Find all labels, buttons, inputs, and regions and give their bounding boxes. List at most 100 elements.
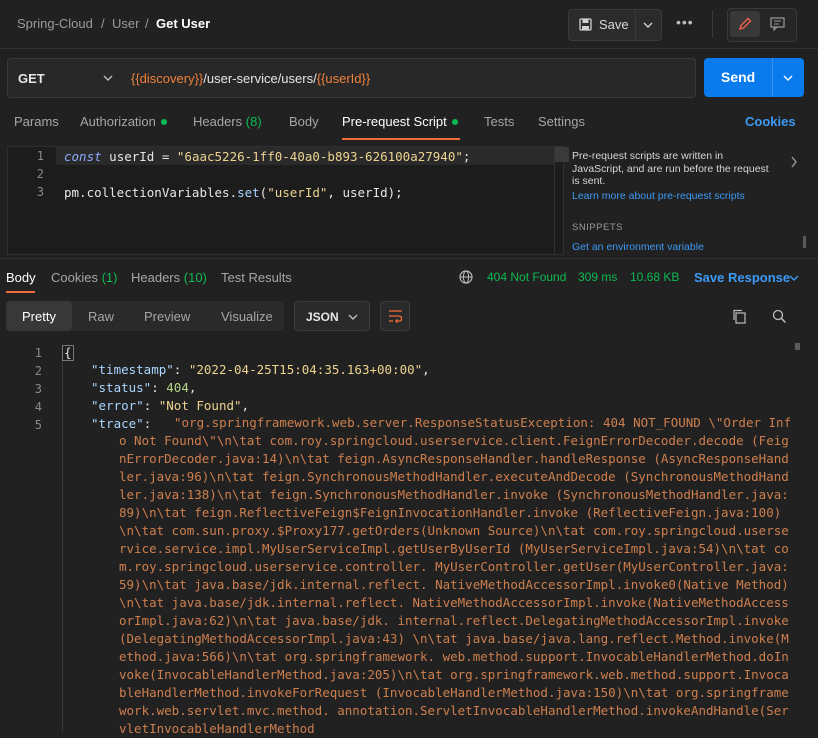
search-icon[interactable] — [772, 309, 787, 324]
method-label: GET — [18, 71, 45, 86]
divider — [635, 10, 636, 40]
more-options-icon[interactable]: ••• — [676, 14, 694, 30]
tab-settings[interactable]: Settings — [538, 114, 585, 129]
tab-authorization[interactable]: Authorization — [80, 114, 167, 129]
scrollbar-thumb[interactable] — [803, 236, 806, 248]
tab-test-results[interactable]: Test Results — [221, 270, 292, 285]
url-variable-userid: {{userId}} — [316, 71, 371, 86]
comment-icon[interactable] — [770, 17, 785, 31]
breadcrumb-separator: / — [101, 16, 105, 31]
code-line: const userId = "6aac5226-1ff0-40a0-b893-… — [64, 149, 470, 164]
breadcrumb-folder[interactable]: User — [112, 16, 139, 31]
active-tab-indicator — [342, 138, 460, 140]
save-button[interactable]: Save — [568, 9, 662, 41]
json-field-timestamp: "timestamp": "2022-04-25T15:04:35.163+00… — [91, 362, 430, 377]
json-open-brace: { — [62, 345, 74, 361]
snippet-link[interactable]: Get an environment variable — [572, 241, 704, 253]
tab-tests[interactable]: Tests — [484, 114, 514, 129]
chevron-down-icon[interactable] — [643, 21, 653, 29]
view-visualize[interactable]: Visualize — [221, 309, 273, 324]
format-select[interactable]: JSON — [294, 301, 370, 331]
function-name: set — [237, 185, 260, 200]
scrollbar-thumb[interactable] — [795, 343, 800, 350]
snippets-heading: SNIPPETS — [572, 222, 623, 233]
indent-guide — [62, 360, 63, 732]
divider — [712, 10, 713, 38]
identifier: userId = — [101, 149, 177, 164]
chevron-down-icon — [348, 314, 358, 320]
url-text: {{discovery}}/user-service/users/{{userI… — [131, 71, 370, 86]
tab-label: Headers — [131, 270, 181, 285]
edit-mode-button[interactable] — [730, 11, 760, 37]
tab-label: Cookies — [51, 270, 98, 285]
view-raw[interactable]: Raw — [88, 309, 114, 324]
tab-label: Pre-request Script — [342, 114, 447, 129]
wrap-icon — [389, 310, 403, 323]
send-button[interactable]: Send — [704, 58, 804, 97]
json-value: 404 — [166, 380, 189, 395]
tab-count: (8) — [245, 114, 262, 129]
mode-toggle — [727, 8, 797, 42]
tab-params[interactable]: Params — [14, 114, 59, 129]
line-number: 3 — [34, 382, 42, 396]
tab-pre-request-script[interactable]: Pre-request Script — [342, 114, 458, 129]
send-label: Send — [721, 69, 756, 85]
identifier: pm.collectionVariables. — [64, 185, 238, 200]
script-editor[interactable]: 1 2 3 const userId = "6aac5226-1ff0-40a0… — [7, 146, 569, 255]
json-key: "timestamp" — [91, 362, 174, 377]
wrap-lines-button[interactable] — [380, 301, 410, 331]
divider — [0, 258, 818, 259]
line-number: 2 — [34, 364, 42, 378]
line-number: 1 — [34, 346, 42, 360]
editor-scrollbar-track — [554, 147, 555, 254]
tab-count: (1) — [101, 270, 118, 285]
page-title: Get User — [156, 16, 211, 31]
response-size[interactable]: 10.68 KB — [630, 270, 679, 284]
tab-label: Authorization — [80, 114, 156, 129]
chevron-down-icon[interactable] — [789, 274, 799, 282]
save-response-button[interactable]: Save Response — [694, 270, 790, 285]
copy-icon[interactable] — [732, 309, 747, 324]
tab-response-body[interactable]: Body — [6, 270, 36, 285]
keyword: const — [64, 149, 102, 164]
pencil-icon — [738, 17, 752, 31]
save-icon — [579, 18, 592, 31]
tab-headers[interactable]: Headers (8) — [193, 114, 262, 129]
json-value-trace: "org.springframework.web.server.Response… — [119, 415, 792, 736]
globe-icon[interactable] — [459, 270, 473, 284]
method-select[interactable]: GET — [7, 58, 123, 98]
tab-response-cookies[interactable]: Cookies (1) — [51, 270, 117, 285]
identifier: , userId); — [327, 185, 403, 200]
view-mode-tabs: Pretty Raw Preview Visualize — [6, 301, 284, 331]
json-field-status: "status": 404, — [91, 380, 197, 395]
json-field-error: "error": "Not Found", — [91, 398, 250, 413]
line-number: 1 — [36, 149, 44, 163]
line-number: 2 — [36, 167, 44, 181]
json-value: "Not Found" — [158, 398, 242, 413]
response-time[interactable]: 309 ms — [578, 270, 617, 284]
active-tab-indicator — [6, 291, 35, 293]
learn-more-link[interactable]: Learn more about pre-request scripts — [572, 190, 745, 202]
breadcrumb-collection[interactable]: Spring-Cloud — [17, 16, 93, 31]
status-dot — [451, 119, 458, 125]
format-label: JSON — [306, 310, 339, 324]
tab-body[interactable]: Body — [289, 114, 319, 129]
code-line: pm.collectionVariables.set("userId", use… — [64, 185, 403, 200]
json-key: "error" — [91, 398, 144, 413]
chevron-down-icon[interactable] — [783, 74, 793, 82]
cookies-link[interactable]: Cookies — [745, 114, 796, 129]
tab-response-headers[interactable]: Headers (10) — [131, 270, 207, 285]
status-code[interactable]: 404 Not Found — [487, 270, 566, 284]
url-variable-discovery: {{discovery}} — [131, 71, 204, 86]
tab-count: (10) — [183, 270, 207, 285]
string-literal: "6aac5226-1ff0-40a0-b893-626100a27940" — [176, 149, 463, 164]
chevron-right-icon[interactable] — [790, 156, 798, 168]
url-input[interactable]: {{discovery}}/user-service/users/{{userI… — [122, 58, 696, 98]
view-preview[interactable]: Preview — [144, 309, 190, 324]
string-literal: "userId" — [267, 185, 328, 200]
breadcrumb-separator: / — [145, 16, 149, 31]
divider — [772, 58, 773, 97]
view-pretty[interactable]: Pretty — [22, 309, 56, 324]
status-dot — [160, 119, 167, 125]
json-value: "2022-04-25T15:04:35.163+00:00" — [188, 362, 423, 377]
